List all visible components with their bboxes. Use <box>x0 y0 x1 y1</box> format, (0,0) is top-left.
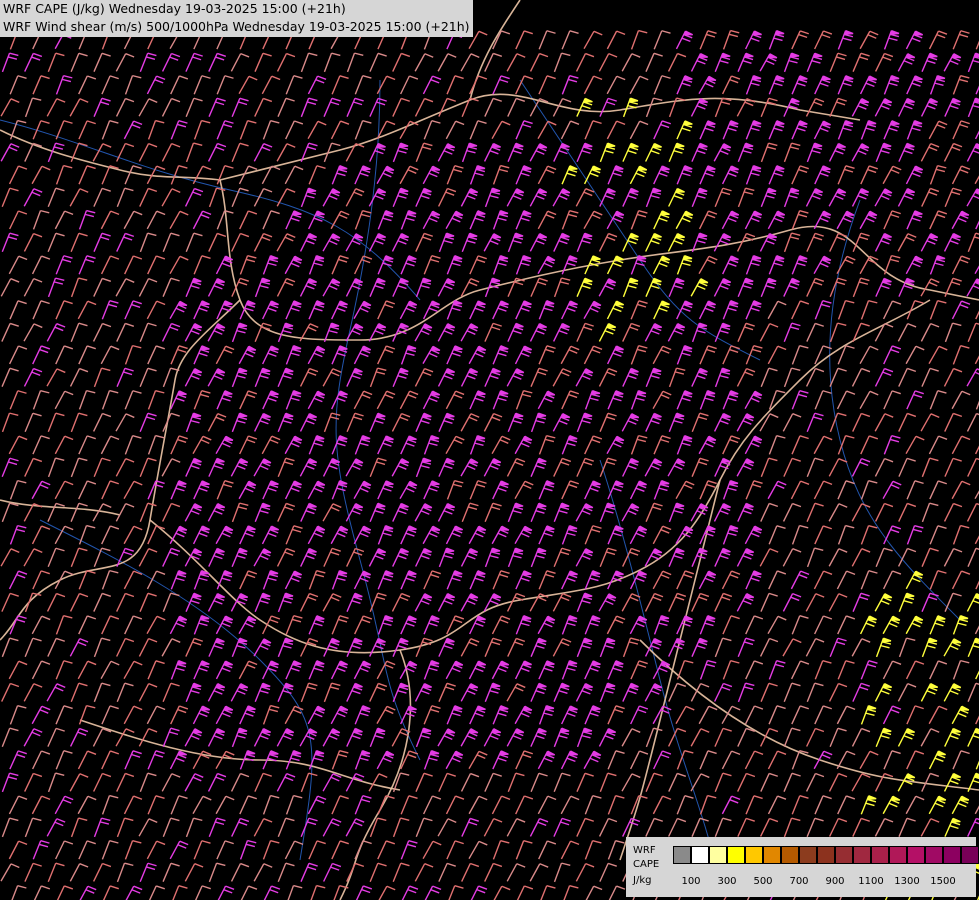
legend-swatch <box>853 846 871 864</box>
legend-swatch <box>727 846 745 864</box>
shear-title: WRF Wind shear (m/s) 500/1000hPa Wednesd… <box>3 19 470 34</box>
legend-swatch <box>745 846 763 864</box>
legend-tick-label: 500 <box>753 876 773 887</box>
legend-swatch <box>835 846 853 864</box>
legend-swatch <box>799 846 817 864</box>
legend-field-label: CAPE <box>633 859 660 870</box>
legend-swatch <box>907 846 925 864</box>
legend-swatch <box>673 846 691 864</box>
legend-swatch <box>781 846 799 864</box>
legend-tick-label: 300 <box>717 876 737 887</box>
legend-swatch <box>943 846 961 864</box>
legend-tick-label: 100 <box>681 876 701 887</box>
legend-tick-label: 1500 <box>930 876 956 887</box>
legend-swatch <box>889 846 907 864</box>
legend-tick-label: 700 <box>789 876 809 887</box>
legend-tick-label: 1300 <box>894 876 920 887</box>
legend-swatch <box>817 846 835 864</box>
legend-model-label: WRF <box>633 845 656 856</box>
wind-shear-map <box>0 0 979 900</box>
legend-tick-labels: 100 300 500 700 900 1100 1300 1500 <box>673 876 973 890</box>
cape-legend: WRF CAPE J/kg 100 300 500 700 900 1100 1300 150… <box>626 837 979 897</box>
legend-swatch <box>691 846 709 864</box>
legend-swatch <box>961 846 979 864</box>
legend-color-scale <box>673 846 979 864</box>
map-title-box: WRF CAPE (J/kg) Wednesday 19-03-2025 15:… <box>0 0 473 37</box>
legend-tick-label: 900 <box>825 876 845 887</box>
legend-swatch <box>871 846 889 864</box>
legend-swatch <box>709 846 727 864</box>
cape-title: WRF CAPE (J/kg) Wednesday 19-03-2025 15:… <box>3 1 346 16</box>
legend-swatch <box>925 846 943 864</box>
legend-unit-label: J/kg <box>633 875 652 886</box>
legend-swatch <box>763 846 781 864</box>
legend-tick-label: 1100 <box>858 876 884 887</box>
